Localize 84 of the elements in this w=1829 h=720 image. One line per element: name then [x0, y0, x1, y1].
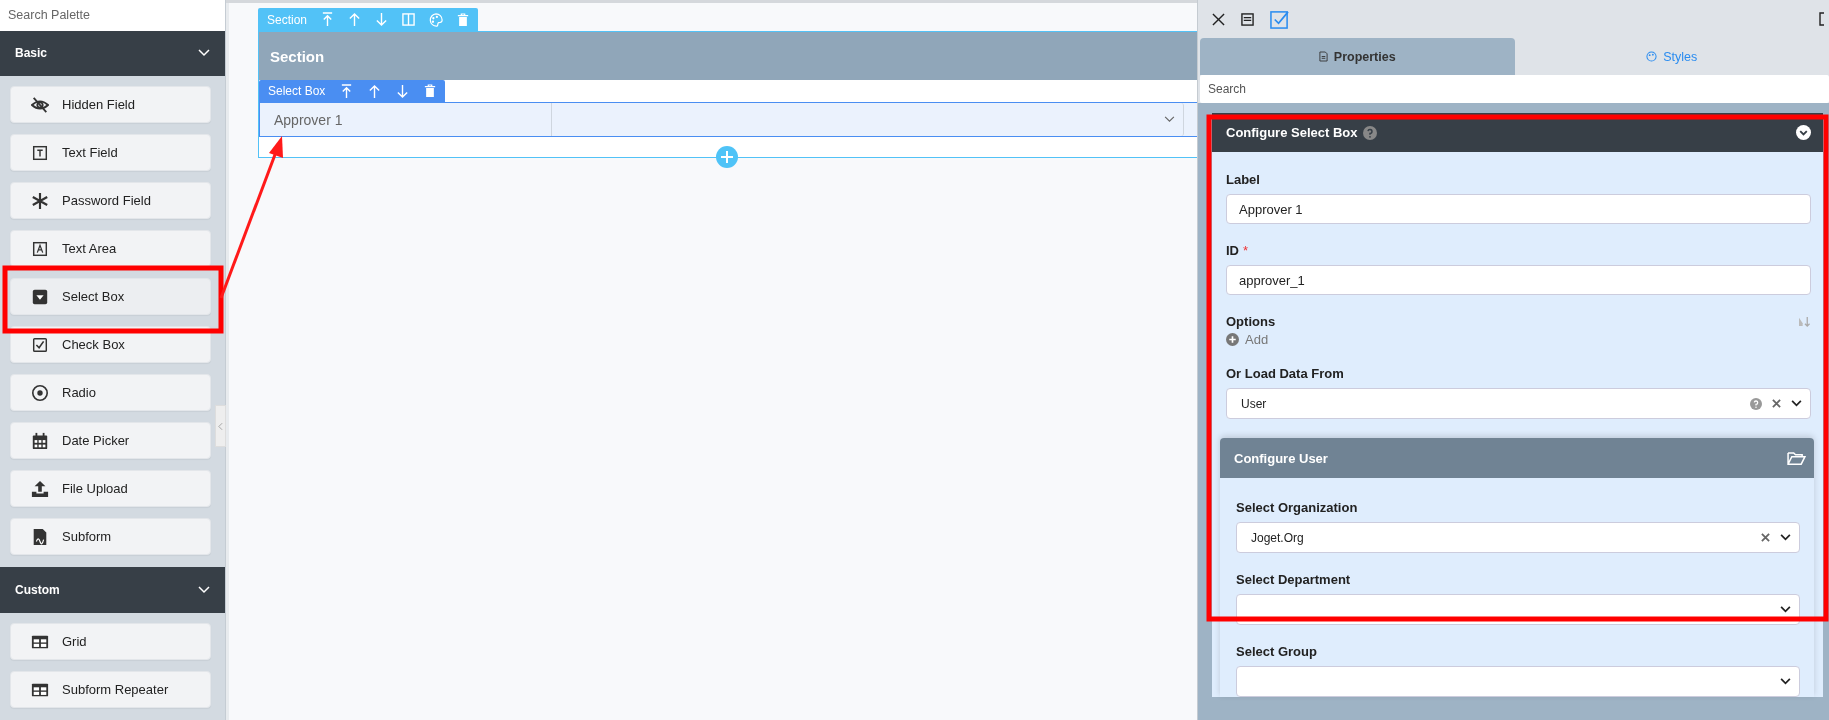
palette-item[interactable]: Text Field	[10, 134, 211, 172]
trash-icon[interactable]	[424, 84, 437, 98]
add-icon[interactable]	[716, 146, 738, 168]
field-label: Select Group	[1236, 644, 1317, 659]
group-header[interactable]: Basic	[0, 30, 225, 77]
search-field[interactable]: Search Palette	[0, 0, 225, 31]
palette-icon[interactable]	[429, 12, 444, 27]
chevron-icon	[198, 49, 210, 58]
subform-field-icon	[31, 527, 49, 546]
select-field[interactable]	[1236, 666, 1800, 697]
arrow-up-icon[interactable]	[348, 12, 362, 27]
palette-item[interactable]: Subform	[10, 518, 211, 556]
text-input[interactable]: approver_1	[1226, 265, 1811, 295]
upload-field-icon	[31, 479, 49, 498]
palette-item[interactable]: Hidden Field	[10, 86, 211, 124]
field-label: Or Load Data From	[1226, 366, 1344, 381]
group-title: Custom	[15, 583, 61, 598]
checkbox-icon[interactable]	[1270, 9, 1289, 29]
checkbox-field-icon	[31, 335, 49, 354]
select-field[interactable]: Joget.Org	[1236, 522, 1800, 553]
panel-title: Configure User	[1234, 450, 1328, 466]
section-header: Section	[259, 32, 1197, 80]
group-header[interactable]: Custom	[0, 567, 225, 613]
clear-icon[interactable]	[1772, 399, 1781, 408]
radio-field-icon	[31, 383, 49, 402]
hidden-field-icon	[31, 95, 49, 114]
chevron-icon	[1780, 534, 1791, 541]
close-icon[interactable]	[1212, 12, 1225, 26]
select-value: Joget.Org	[1251, 530, 1304, 545]
clear-icon[interactable]	[1761, 533, 1770, 542]
add-link[interactable]: Add	[1226, 332, 1811, 347]
required-mark: *	[1243, 243, 1249, 258]
move-up-icon[interactable]	[321, 12, 335, 27]
chevron-icon	[1780, 606, 1791, 613]
chevron-icon	[198, 586, 210, 595]
select-field-icon	[31, 287, 49, 306]
field-label: Label	[1226, 172, 1260, 187]
collapse-handle[interactable]	[215, 405, 226, 447]
arrow-down-icon[interactable]	[396, 83, 410, 99]
folder-icon[interactable]	[1787, 450, 1806, 466]
password-field-icon	[31, 191, 49, 210]
text-field-icon	[31, 143, 49, 162]
search-field[interactable]: Search	[1200, 75, 1829, 103]
palette-item[interactable]: Password Field	[10, 182, 211, 220]
chevron-icon	[1780, 678, 1791, 685]
window-icon[interactable]	[1241, 12, 1254, 26]
panel-title: Configure Select Box	[1226, 125, 1358, 140]
tab[interactable]: Properties	[1200, 38, 1515, 75]
document-icon	[1318, 51, 1328, 62]
palette-item[interactable]: Date Picker	[10, 422, 211, 460]
arrow-up-icon[interactable]	[368, 83, 382, 99]
chevron-icon	[1164, 116, 1175, 123]
field-label: ID	[1226, 243, 1239, 258]
date-field-icon	[31, 431, 49, 450]
plus-circle-icon	[1226, 333, 1239, 346]
arrow-down-icon[interactable]	[375, 12, 389, 27]
collapse-icon[interactable]	[1796, 125, 1811, 140]
field-label: Select Department	[1236, 572, 1351, 587]
field-label: Options	[1226, 314, 1276, 329]
chevron-icon	[1791, 400, 1802, 407]
palette-icon	[1646, 51, 1658, 62]
help-icon[interactable]	[1363, 125, 1378, 140]
columns-icon[interactable]	[402, 13, 416, 26]
caret-icon	[218, 421, 223, 431]
field-label: Select Organization	[1236, 500, 1358, 515]
textarea-field-icon	[31, 239, 49, 258]
palette-item[interactable]: File Upload	[10, 470, 211, 508]
field-label: Approver 1	[260, 103, 552, 136]
palette-item[interactable]: Text Area	[10, 230, 211, 268]
text-input[interactable]: Approver 1	[1226, 194, 1811, 224]
group-title: Basic	[15, 46, 49, 61]
trash-icon[interactable]	[457, 12, 470, 27]
select-value: User	[1241, 396, 1267, 411]
toolbar-label: Select Box	[268, 84, 326, 98]
sort-icon[interactable]	[1798, 316, 1811, 327]
toolbar-label: Section	[267, 12, 308, 27]
select-field[interactable]: User	[1226, 388, 1811, 419]
palette-item[interactable]: Select Box	[10, 278, 211, 316]
move-up-icon[interactable]	[340, 83, 354, 99]
palette-item[interactable]: Radio	[10, 374, 211, 412]
palette-item[interactable]: Subform Repeater	[10, 671, 211, 708]
palette-item[interactable]: Grid	[10, 623, 211, 660]
expand-icon[interactable]	[1819, 12, 1825, 26]
help-icon[interactable]	[1750, 397, 1762, 410]
